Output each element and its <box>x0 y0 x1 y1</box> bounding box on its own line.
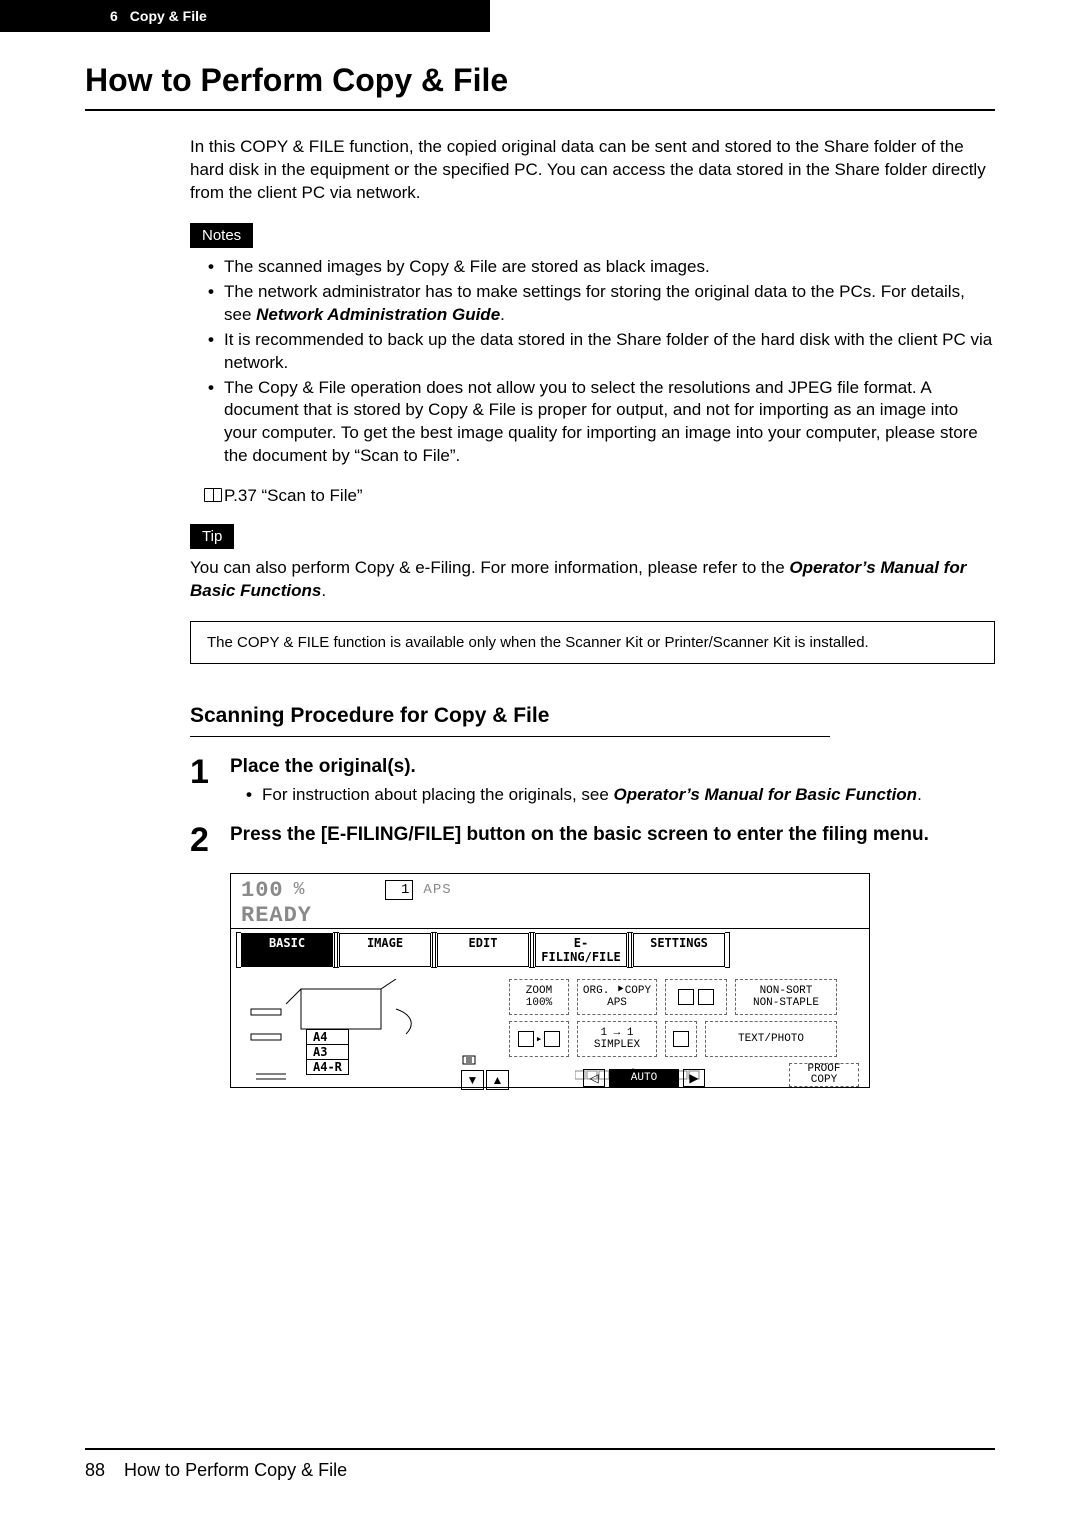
note-item: It is recommended to back up the data st… <box>208 329 995 375</box>
note-item: The network administrator has to make se… <box>208 281 995 327</box>
paper-size-a3[interactable]: A3 <box>306 1044 349 1060</box>
original-mode-icon <box>665 1021 697 1057</box>
intro-paragraph: In this COPY & FILE function, the copied… <box>190 136 995 205</box>
density-lighter-button[interactable]: ◁ <box>583 1069 605 1087</box>
finishing-icon <box>665 979 727 1015</box>
printer-diagram: A4 A3 A4-R <box>241 979 461 1098</box>
notes-list: The scanned images by Copy & File are st… <box>190 256 995 468</box>
note-item: The scanned images by Copy & File are st… <box>208 256 995 279</box>
chapter-title: Copy & File <box>130 8 207 24</box>
step-1: 1 Place the original(s). For instruction… <box>190 755 995 807</box>
paper-size-a4r[interactable]: A4-R <box>306 1059 349 1075</box>
step-number: 2 <box>190 823 230 857</box>
procedure-title: Scanning Procedure for Copy & File <box>190 704 830 737</box>
duplex-icon-button[interactable]: ▸ <box>509 1021 569 1057</box>
tip-paragraph: You can also perform Copy & e-Filing. Fo… <box>190 557 995 603</box>
org-copy-button[interactable]: ORG. ⯈COPY APS <box>577 979 657 1015</box>
page-icon <box>544 1031 560 1047</box>
simplex-button[interactable]: 1 → 1 SIMPLEX <box>577 1021 657 1057</box>
page-number: 88 <box>85 1460 105 1480</box>
tip-label: Tip <box>190 524 234 549</box>
page-title: How to Perform Copy & File <box>85 62 995 111</box>
density-darker-button[interactable]: ▶ <box>683 1069 705 1087</box>
tray-icon <box>698 989 714 1005</box>
proof-copy-button[interactable]: PROOF COPY <box>789 1063 859 1087</box>
text-photo-button[interactable]: TEXT/PHOTO <box>705 1021 837 1057</box>
auto-density-button[interactable]: AUTO <box>609 1069 679 1087</box>
tab-efiling-file[interactable]: E-FILING/FILE <box>535 933 627 967</box>
image-mode-icon <box>673 1031 689 1047</box>
page-icon <box>518 1031 534 1047</box>
tab-bar: BASIC IMAGE EDIT E-FILING/FILE SETTINGS <box>231 929 869 971</box>
step-title: Place the original(s). <box>230 755 995 780</box>
copy-count-box: 1 <box>385 880 413 900</box>
aps-label: APS <box>423 882 451 898</box>
step-title: Press the [E-FILING/FILE] button on the … <box>230 823 995 848</box>
note-item: The Copy & File operation does not allow… <box>208 377 995 469</box>
arrow-up-button[interactable]: ▲ <box>486 1070 509 1090</box>
step-sublist: For instruction about placing the origin… <box>230 784 995 807</box>
status-ready: READY <box>241 903 859 928</box>
step-2: 2 Press the [E-FILING/FILE] button on th… <box>190 823 995 857</box>
zoom-percent: 100 <box>241 878 284 903</box>
tab-edit[interactable]: EDIT <box>437 933 529 967</box>
page-footer: 88 How to Perform Copy & File <box>85 1460 347 1481</box>
arrow-down-button[interactable]: ▼ <box>461 1070 484 1090</box>
lcd-screenshot-figure: 100 % 1 APS READY BASIC IMAGE EDIT E-FIL… <box>230 873 870 1088</box>
chapter-header: 6 Copy & File <box>0 0 490 32</box>
zoom-button[interactable]: ZOOM 100% <box>509 979 569 1015</box>
footer-divider <box>85 1448 995 1450</box>
tab-settings[interactable]: SETTINGS <box>633 933 725 967</box>
availability-note-box: The COPY & FILE function is available on… <box>190 621 995 664</box>
notes-label: Notes <box>190 223 253 248</box>
footer-title: How to Perform Copy & File <box>124 1460 347 1480</box>
chapter-number: 6 <box>110 8 118 24</box>
paper-size-a4[interactable]: A4 <box>306 1029 349 1045</box>
cross-reference: P.37 “Scan to File” <box>190 486 995 506</box>
book-icon <box>204 488 222 502</box>
sort-staple-button[interactable]: NON-SORT NON-STAPLE <box>735 979 837 1015</box>
step-number: 1 <box>190 755 230 789</box>
tray-icon <box>678 989 694 1005</box>
step-sub-item: For instruction about placing the origin… <box>246 784 995 807</box>
percent-symbol: % <box>294 880 306 900</box>
tab-basic[interactable]: BASIC <box>241 933 333 967</box>
tab-image[interactable]: IMAGE <box>339 933 431 967</box>
